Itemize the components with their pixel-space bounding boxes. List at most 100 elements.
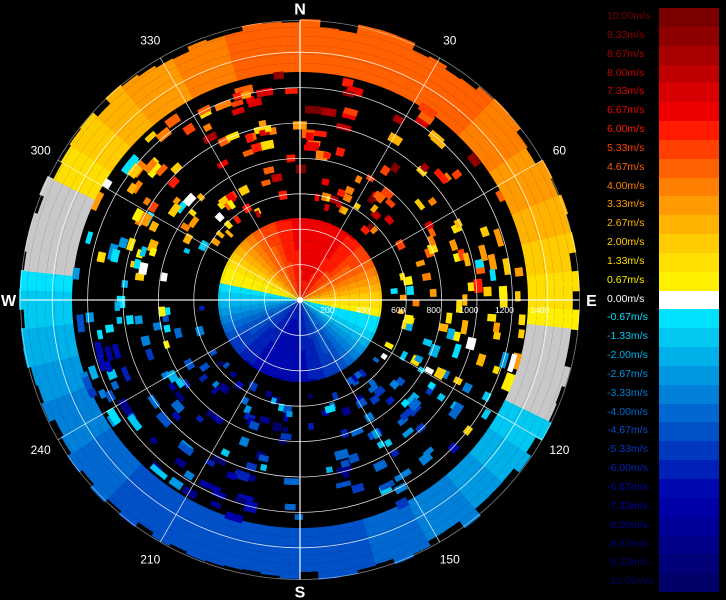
scale-swatch bbox=[659, 460, 719, 479]
scale-row: -8.67m/s bbox=[604, 535, 719, 555]
scale-swatch bbox=[659, 26, 719, 46]
scale-swatch bbox=[659, 215, 719, 235]
scatter-gate-cell bbox=[447, 441, 460, 454]
scale-swatch bbox=[659, 365, 719, 385]
scale-label: 0.00m/s bbox=[607, 292, 645, 305]
range-tick-label: 1200 bbox=[495, 305, 514, 315]
scale-label: -5.33m/s bbox=[607, 443, 648, 456]
scale-label: -2.00m/s bbox=[607, 349, 648, 362]
scale-label: 1.33m/s bbox=[607, 254, 645, 267]
scatter-gate-cell bbox=[142, 196, 152, 206]
scale-row: -3.33m/s bbox=[604, 384, 719, 404]
scatter-gate-cell bbox=[424, 366, 435, 375]
scatter-gate-cell bbox=[517, 329, 525, 339]
scatter-gate-cell bbox=[438, 323, 449, 333]
scatter-gate-cell bbox=[183, 469, 195, 481]
range-tick-label: 1400 bbox=[530, 305, 549, 315]
scale-row: 5.33m/s bbox=[604, 139, 719, 159]
scatter-gate-cell bbox=[379, 164, 391, 177]
outer-gate-cell bbox=[535, 274, 546, 293]
radar-center bbox=[297, 297, 303, 303]
scatter-gate-cell bbox=[125, 315, 134, 325]
scale-label: 6.67m/s bbox=[607, 104, 645, 117]
scatter-gate-cell bbox=[271, 421, 283, 433]
scatter-gate-cell bbox=[399, 272, 406, 281]
scatter-gate-cell bbox=[445, 312, 453, 324]
scatter-gate-cell bbox=[294, 514, 304, 520]
outer-gate-cell bbox=[553, 272, 564, 292]
range-tick-label: 400 bbox=[356, 305, 370, 315]
range-tick-label: 600 bbox=[391, 305, 405, 315]
scatter-gate-cell bbox=[183, 247, 191, 255]
outer-gate-cell bbox=[299, 536, 318, 546]
scatter-gate-cell bbox=[116, 316, 123, 325]
scale-row: 1.33m/s bbox=[604, 252, 719, 272]
scale-row: 8.00m/s bbox=[604, 64, 719, 84]
scale-label: 5.33m/s bbox=[607, 141, 645, 154]
scale-label: -4.00m/s bbox=[607, 405, 648, 418]
scale-label: 4.67m/s bbox=[607, 160, 645, 173]
azimuth-tick-label: 150 bbox=[440, 552, 460, 566]
scatter-gate-cell bbox=[321, 178, 330, 186]
scale-swatch bbox=[659, 252, 719, 272]
scale-label: 9.33m/s bbox=[607, 28, 645, 41]
scatter-gate-cell bbox=[197, 239, 210, 252]
scatter-gate-cell bbox=[283, 477, 300, 486]
scale-row: -4.00m/s bbox=[604, 403, 719, 423]
scale-swatch bbox=[659, 177, 719, 197]
scale-label: -9.33m/s bbox=[607, 556, 648, 569]
scatter-gate-cell bbox=[335, 480, 352, 489]
scatter-gate-cell bbox=[85, 231, 94, 245]
outer-gate-cell bbox=[300, 36, 320, 46]
scale-swatch bbox=[659, 45, 719, 65]
scale-swatch bbox=[659, 384, 719, 404]
scatter-gate-cell bbox=[324, 404, 336, 414]
scale-label: 7.33m/s bbox=[607, 85, 645, 98]
outer-gate-cell bbox=[299, 527, 317, 537]
scale-swatch bbox=[659, 403, 719, 423]
outer-gate-cell bbox=[54, 307, 65, 326]
outer-gate-cell bbox=[63, 307, 74, 325]
scatter-gate-cell bbox=[85, 312, 95, 323]
scatter-gate-cell bbox=[216, 159, 229, 170]
scatter-gate-cell bbox=[170, 399, 185, 414]
scale-label: 6.00m/s bbox=[607, 123, 645, 136]
inner-gate-cell bbox=[292, 230, 301, 241]
scale-row: 7.33m/s bbox=[604, 83, 719, 103]
cardinal-label: N bbox=[294, 2, 306, 19]
scatter-gate-cell bbox=[263, 166, 275, 175]
scatter-gate-cell bbox=[94, 341, 105, 359]
scatter-gate-cell bbox=[96, 251, 107, 263]
outer-gate-cell bbox=[553, 308, 564, 329]
scale-row: 10.00m/s bbox=[604, 8, 719, 27]
scale-swatch bbox=[659, 290, 719, 310]
scatter-gate-cell bbox=[104, 324, 115, 334]
scale-row: -1.33m/s bbox=[604, 328, 719, 348]
scale-label: 4.00m/s bbox=[607, 179, 645, 192]
scatter-gate-cell bbox=[372, 356, 380, 364]
scatter-gate-cell bbox=[72, 267, 81, 280]
azimuth-tick-label: 210 bbox=[140, 552, 160, 566]
scale-row: 4.67m/s bbox=[604, 158, 719, 178]
scatter-gate-cell bbox=[351, 482, 365, 494]
scatter-gate-cell bbox=[258, 415, 271, 425]
scatter-gate-cell bbox=[308, 422, 314, 430]
scatter-gate-cell bbox=[199, 362, 210, 373]
outer-gate-cell bbox=[300, 27, 320, 37]
scatter-gate-cell bbox=[414, 422, 427, 434]
scatter-gate-cell bbox=[214, 99, 233, 112]
scatter-gate-cell bbox=[280, 432, 292, 441]
scale-label: -4.67m/s bbox=[607, 424, 648, 437]
scatter-gate-cell bbox=[394, 238, 406, 251]
inner-gate-cell bbox=[230, 292, 241, 300]
scale-label: -7.33m/s bbox=[607, 499, 648, 512]
scale-swatch bbox=[659, 309, 719, 329]
scatter-gate-cell bbox=[111, 343, 122, 360]
scatter-gate-cell bbox=[421, 272, 432, 282]
scatter-gate-cell bbox=[173, 456, 187, 469]
scatter-gate-cell bbox=[390, 288, 398, 295]
scatter-gate-cell bbox=[422, 338, 433, 347]
scale-label: -1.33m/s bbox=[607, 330, 648, 343]
scatter-gate-cell bbox=[245, 461, 258, 471]
azimuth-tick-label: 30 bbox=[443, 34, 457, 48]
